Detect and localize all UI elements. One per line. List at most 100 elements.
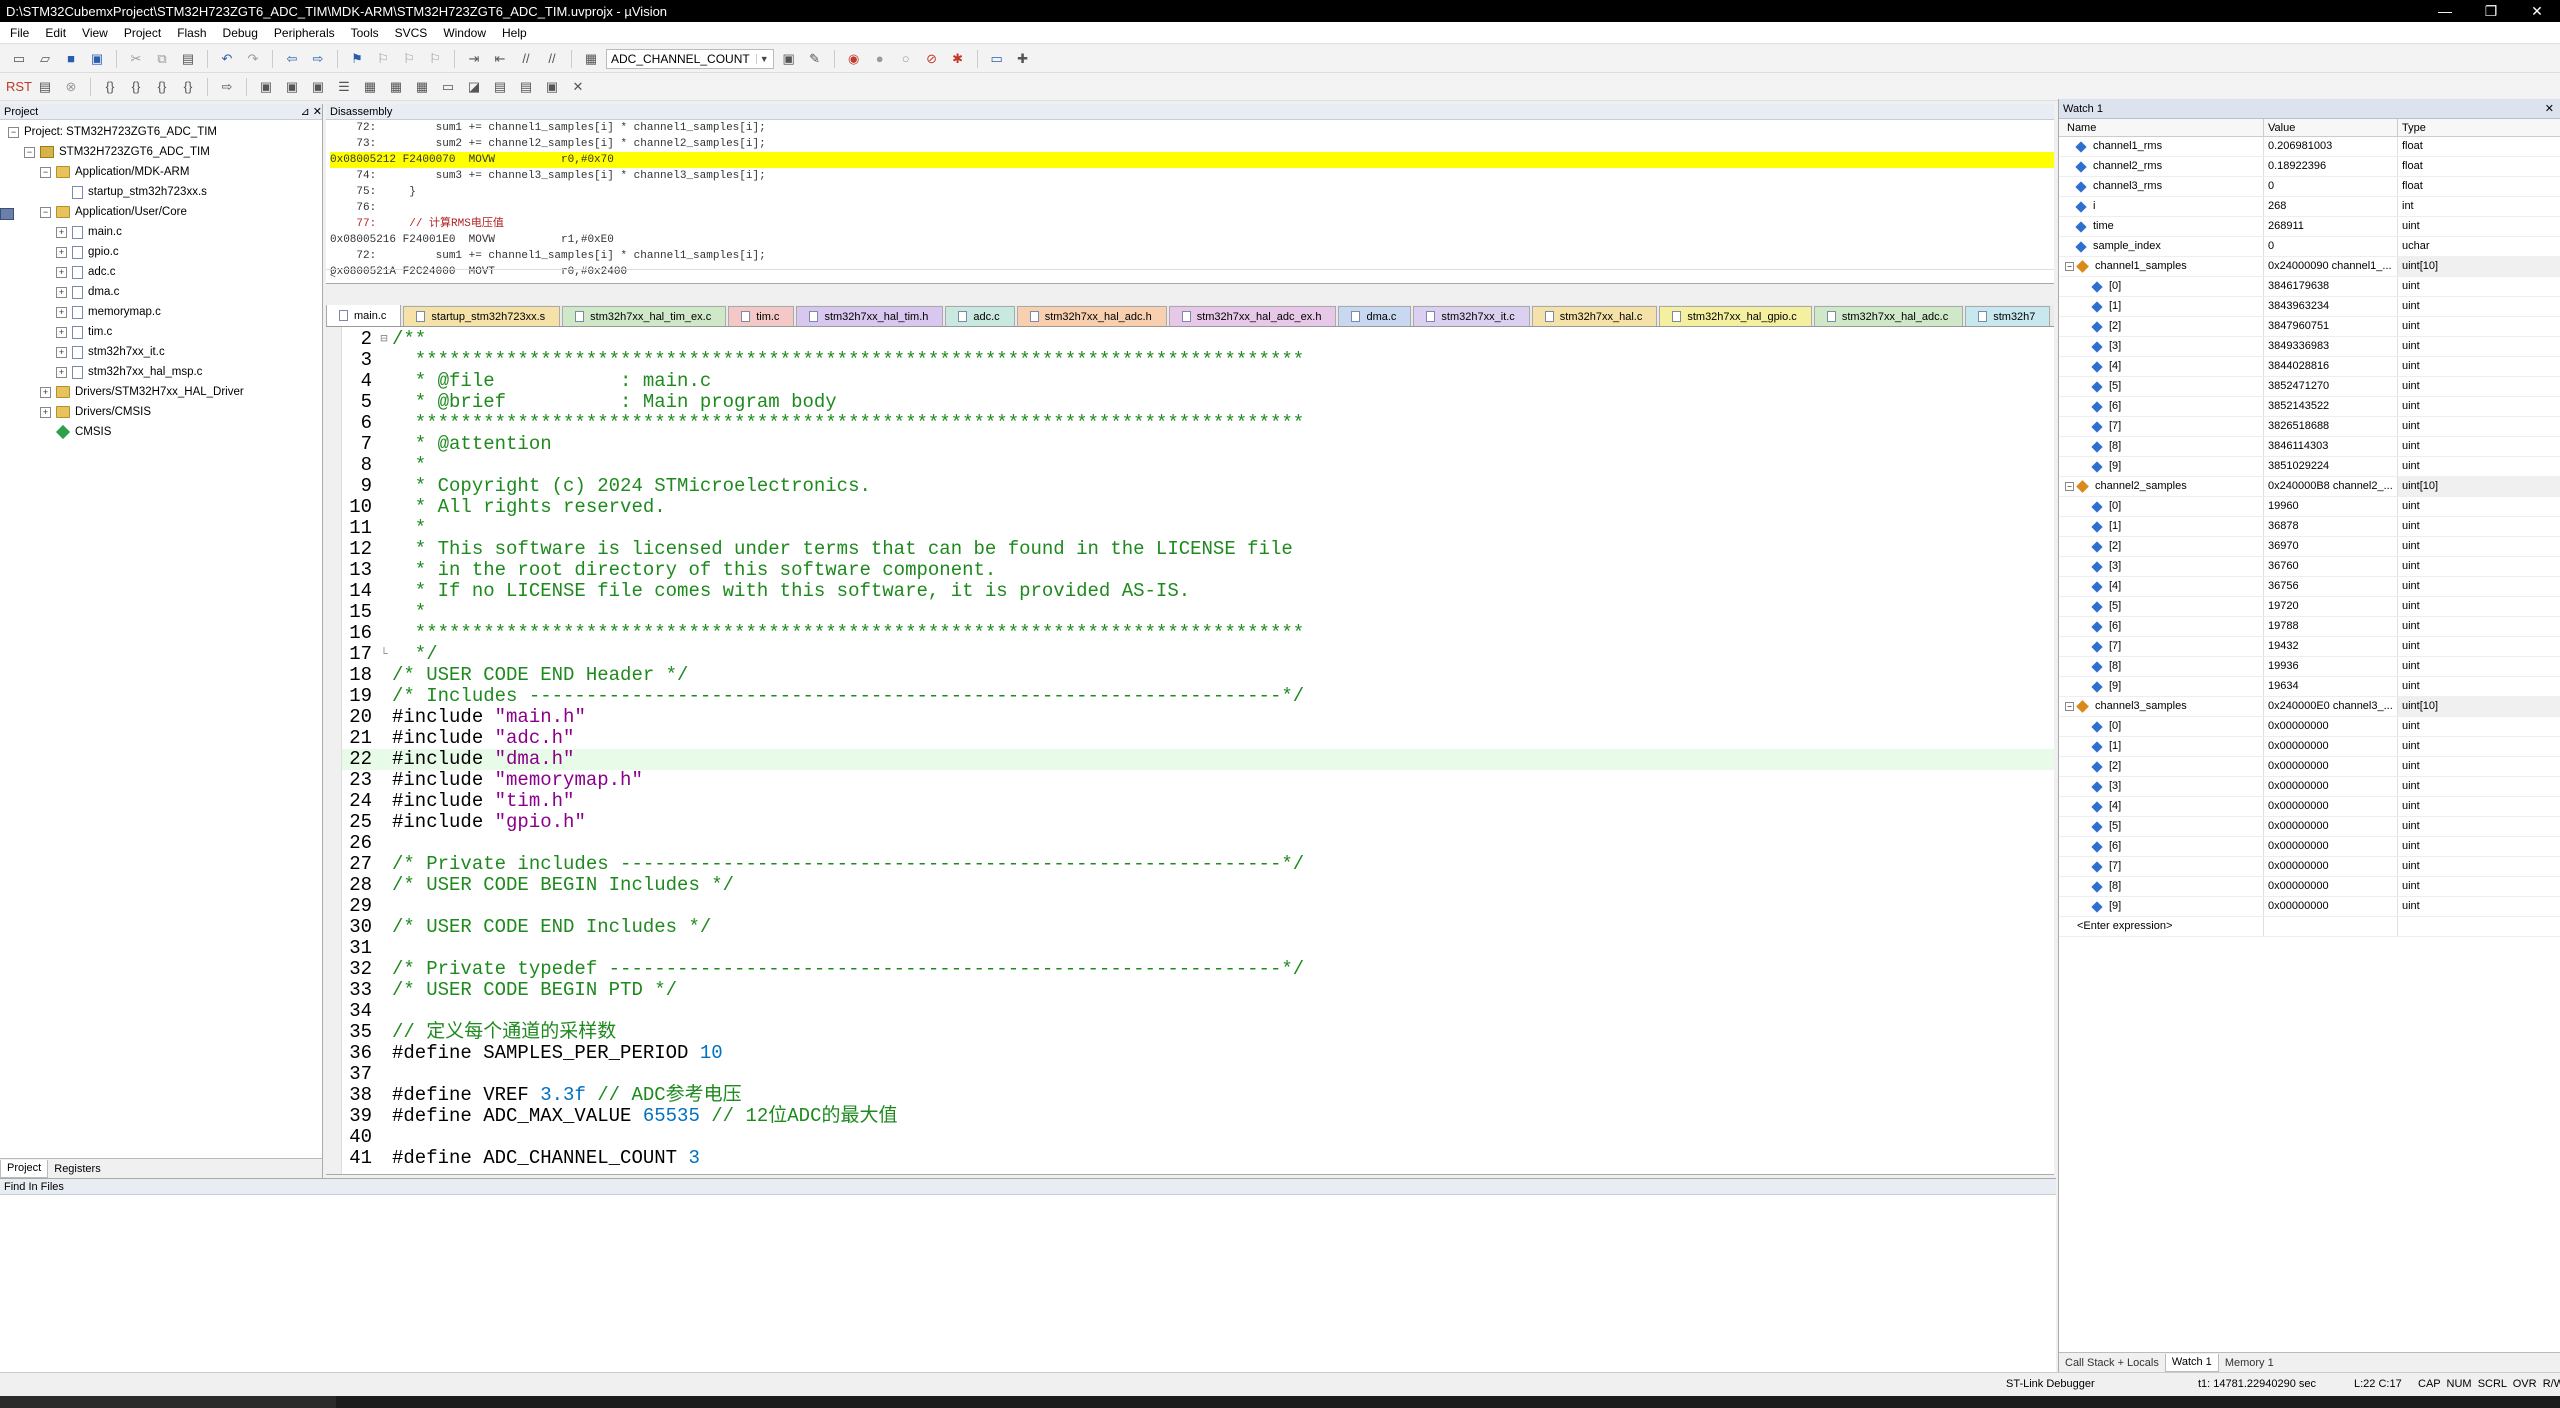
tree-node[interactable]: + gpio.c	[0, 242, 322, 262]
expand-toggle-icon[interactable]: +	[56, 326, 67, 338]
disassembly-window-icon[interactable]: ▣	[282, 77, 302, 97]
tab-file[interactable]: stm32h7xx_it.c	[1413, 306, 1530, 326]
fold-marker-icon[interactable]	[376, 854, 392, 875]
disassembly-line[interactable]: 77: // 计算RMS电压值	[330, 216, 2054, 232]
watch-row[interactable]: [9] 3851029224 uint	[2059, 457, 2560, 477]
watch-row[interactable]: [5] 3852471270 uint	[2059, 377, 2560, 397]
kill-breakpoints-icon[interactable]: ⊘	[922, 49, 942, 69]
fold-marker-icon[interactable]	[376, 791, 392, 812]
cut-icon[interactable]: ✂	[126, 49, 146, 69]
watch-row[interactable]: i 268 int	[2059, 197, 2560, 217]
column-value[interactable]: Value	[2264, 119, 2398, 136]
run-to-cursor-icon[interactable]: {}	[178, 77, 198, 97]
close-icon[interactable]: ✕	[2545, 99, 2560, 118]
watch-name[interactable]: [1]	[2059, 737, 2264, 756]
next-bookmark-icon[interactable]: ⚐	[399, 49, 419, 69]
watch-name[interactable]: [9]	[2059, 677, 2264, 696]
fold-marker-icon[interactable]	[376, 1148, 392, 1169]
watch-value[interactable]: 268	[2264, 197, 2398, 216]
fold-marker-icon[interactable]	[376, 1085, 392, 1106]
watch-name[interactable]: i	[2059, 197, 2264, 216]
tree-node[interactable]: + Drivers/STM32H7xx_HAL_Driver	[0, 382, 322, 402]
disassembly-line[interactable]: 0x08005216 F24001E0 MOVW r1,#0xE0	[330, 232, 2054, 248]
menu-view[interactable]: View	[74, 22, 116, 44]
code-line[interactable]: 20 #include "main.h"	[342, 707, 2054, 728]
disassembly-line[interactable]: 75: }	[330, 184, 2054, 200]
expand-toggle-icon[interactable]: −	[8, 126, 19, 138]
fold-marker-icon[interactable]	[376, 728, 392, 749]
menu-project[interactable]: Project	[116, 22, 169, 44]
code-line[interactable]: 11 *	[342, 518, 2054, 539]
fold-marker-icon[interactable]	[376, 665, 392, 686]
fold-marker-icon[interactable]	[376, 1064, 392, 1085]
code-line[interactable]: 30 /* USER CODE END Includes */	[342, 917, 2054, 938]
fold-marker-icon[interactable]	[376, 350, 392, 371]
code-line[interactable]: 17 └ */	[342, 644, 2054, 665]
watch-value[interactable]: 3849336983	[2264, 337, 2398, 356]
watch-name[interactable]: [1]	[2059, 297, 2264, 316]
watch-name[interactable]: [7]	[2059, 637, 2264, 656]
disassembly-line[interactable]: 0x08005212 F2400070 MOVW r0,#0x70	[330, 152, 2054, 168]
fold-marker-icon[interactable]	[376, 959, 392, 980]
open-file-icon[interactable]: ▱	[35, 49, 55, 69]
tree-node[interactable]: + tim.c	[0, 322, 322, 342]
command-window-icon[interactable]: ▣	[256, 77, 276, 97]
watch-value[interactable]: 0.206981003	[2264, 137, 2398, 156]
watch-row[interactable]: [9] 19634 uint	[2059, 677, 2560, 697]
watch-value[interactable]: 0x00000000	[2264, 897, 2398, 916]
watch-row[interactable]: [8] 19936 uint	[2059, 657, 2560, 677]
stop-icon[interactable]: ⊗	[61, 77, 81, 97]
watch-value[interactable]: 0x00000000	[2264, 877, 2398, 896]
disassembly-line[interactable]: 74: sum3 += channel3_samples[i] * channe…	[330, 168, 2054, 184]
watch-value[interactable]: 0x24000090 channel1_...	[2264, 257, 2398, 276]
watch-row[interactable]: [3] 3849336983 uint	[2059, 337, 2560, 357]
watch-row[interactable]: [9] 0x00000000 uint	[2059, 897, 2560, 917]
tree-node[interactable]: + memorymap.c	[0, 302, 322, 322]
watch-value[interactable]	[2264, 917, 2398, 936]
code-line[interactable]: 7 * @attention	[342, 434, 2054, 455]
watch-row[interactable]: [7] 19432 uint	[2059, 637, 2560, 657]
watch-row[interactable]: [6] 3852143522 uint	[2059, 397, 2560, 417]
code-line[interactable]: 16 *************************************…	[342, 623, 2054, 644]
watch-row[interactable]: [0] 0x00000000 uint	[2059, 717, 2560, 737]
watch-value[interactable]: 19432	[2264, 637, 2398, 656]
watch-row[interactable]: − channel3_samples 0x240000E0 channel3_...…	[2059, 697, 2560, 717]
call-stack-window-icon[interactable]: ▦	[360, 77, 380, 97]
menu-tools[interactable]: Tools	[343, 22, 387, 44]
watch-name[interactable]: − channel2_samples	[2059, 477, 2264, 496]
fold-marker-icon[interactable]	[376, 707, 392, 728]
code-line[interactable]: 21 #include "adc.h"	[342, 728, 2054, 749]
watch-name[interactable]: [8]	[2059, 657, 2264, 676]
bookmark-icon[interactable]: ⚑	[347, 49, 367, 69]
code-line[interactable]: 29	[342, 896, 2054, 917]
watch-row[interactable]: [3] 0x00000000 uint	[2059, 777, 2560, 797]
code-line[interactable]: 34	[342, 1001, 2054, 1022]
code-line[interactable]: 26	[342, 833, 2054, 854]
watch-row[interactable]: channel2_rms 0.18922396 float	[2059, 157, 2560, 177]
watch-name[interactable]: [8]	[2059, 877, 2264, 896]
disassembly-listing[interactable]: 72: sum1 += channel1_samples[i] * channe…	[326, 120, 2054, 280]
code-line[interactable]: 24 #include "tim.h"	[342, 791, 2054, 812]
watch-name[interactable]: [8]	[2059, 437, 2264, 456]
fold-marker-icon[interactable]: ⊟	[376, 329, 392, 350]
watch-name[interactable]: [4]	[2059, 797, 2264, 816]
code-line[interactable]: 3 **************************************…	[342, 350, 2054, 371]
fold-marker-icon[interactable]	[376, 455, 392, 476]
watch-row[interactable]: − channel2_samples 0x240000B8 channel2_...…	[2059, 477, 2560, 497]
tab-file[interactable]: stm32h7xx_hal.c	[1531, 306, 1658, 326]
watch-name[interactable]: [5]	[2059, 377, 2264, 396]
code-line[interactable]: 22 #include "dma.h"	[342, 749, 2054, 770]
watch-value[interactable]: 36756	[2264, 577, 2398, 596]
watch-name[interactable]: [2]	[2059, 317, 2264, 336]
tab-file[interactable]: stm32h7xx_hal_tim_ex.c	[562, 306, 727, 326]
toolbox-icon[interactable]: ▣	[542, 77, 562, 97]
indent-icon[interactable]: ⇥	[464, 49, 484, 69]
copy-icon[interactable]: ⧉	[152, 49, 172, 69]
disassembly-line[interactable]: 72: sum1 += channel1_samples[i] * channe…	[330, 120, 2054, 136]
code-line[interactable]: 37	[342, 1064, 2054, 1085]
watch-value[interactable]: 3844028816	[2264, 357, 2398, 376]
fold-marker-icon[interactable]	[376, 581, 392, 602]
close-button[interactable]: ✕	[2514, 0, 2560, 22]
watch-name[interactable]: [3]	[2059, 557, 2264, 576]
code-line[interactable]: 36 #define SAMPLES_PER_PERIOD 10	[342, 1043, 2054, 1064]
